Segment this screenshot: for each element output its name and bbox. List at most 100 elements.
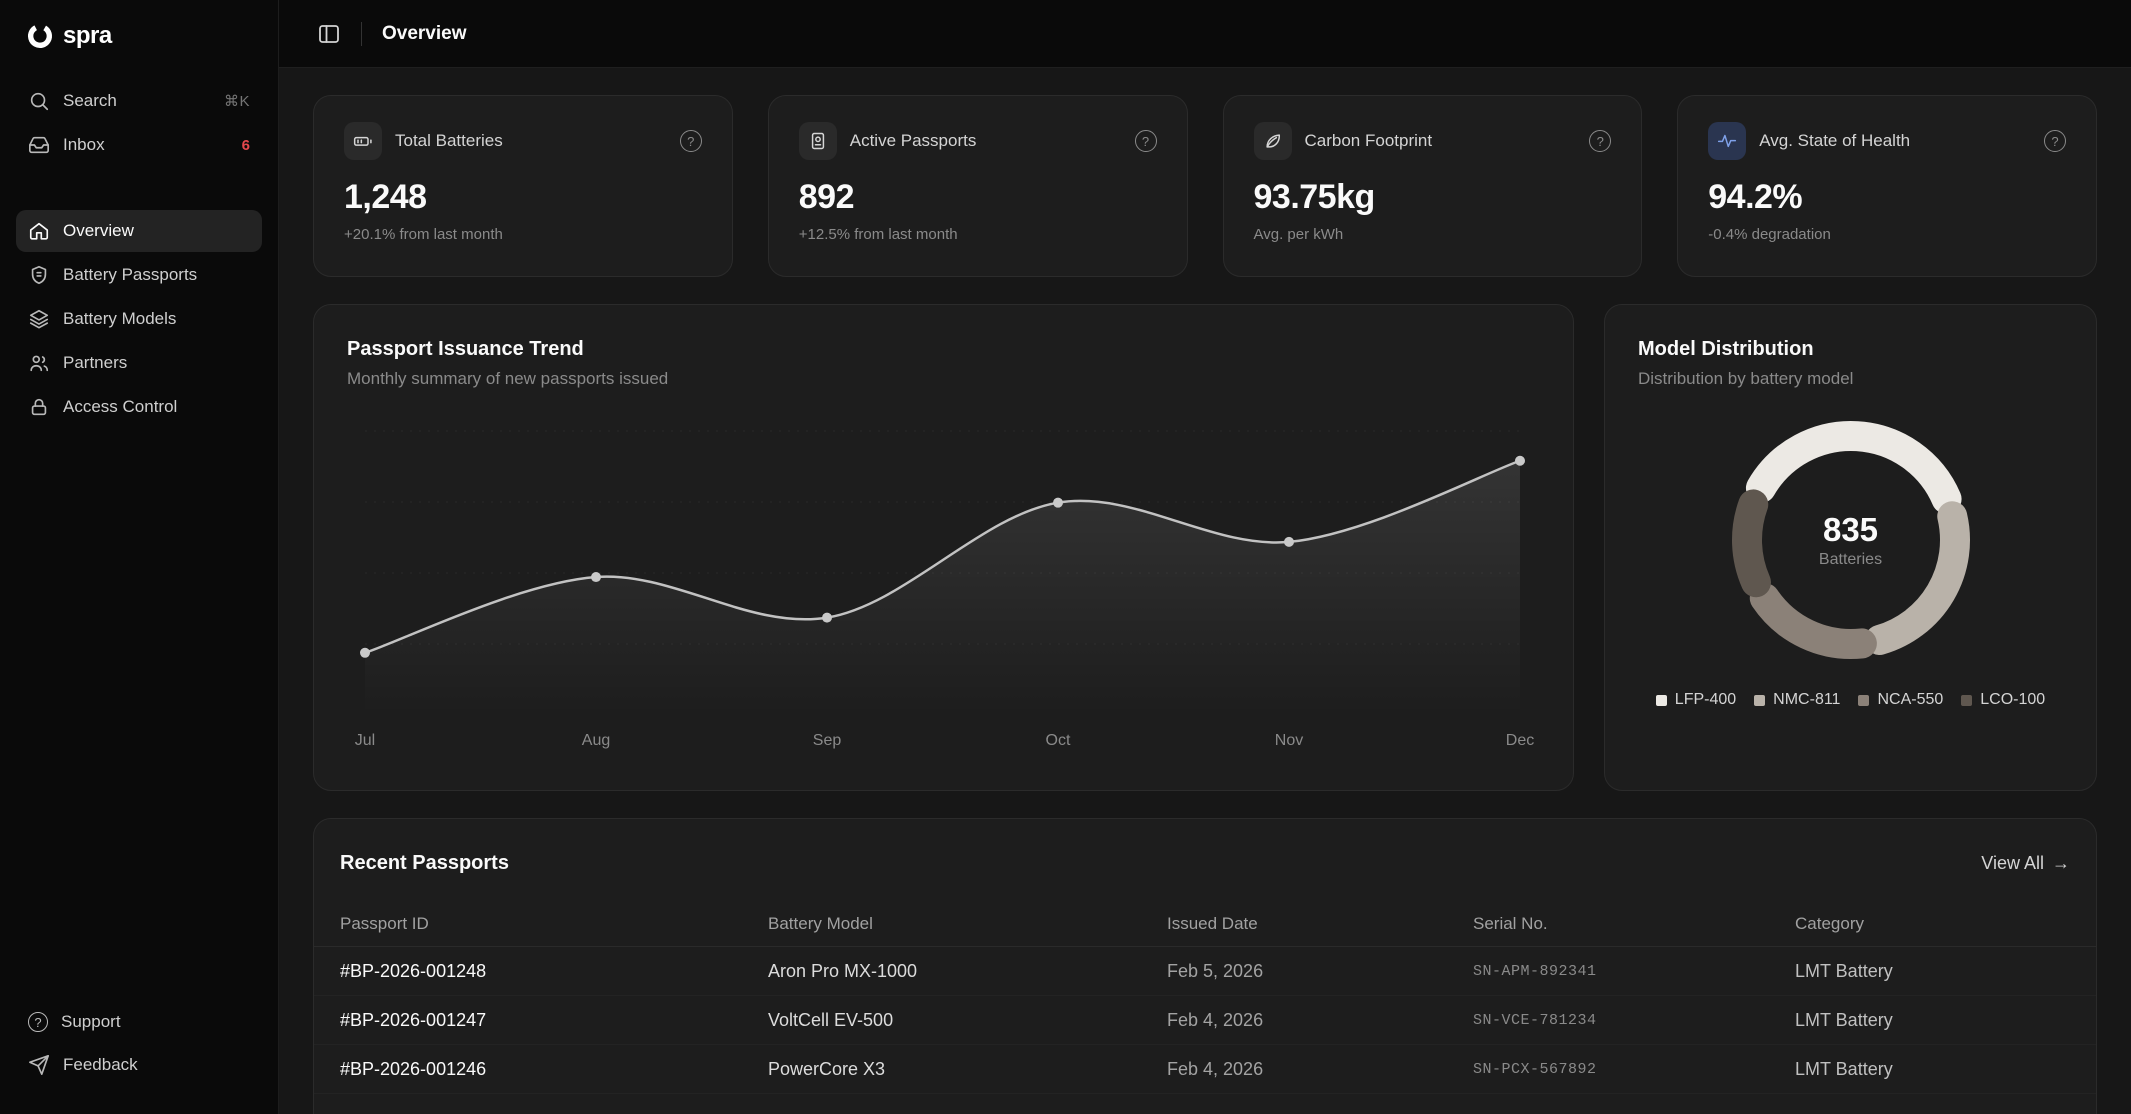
lock-icon xyxy=(28,396,50,418)
arrow-right-icon: → xyxy=(2052,853,2070,874)
sidebar-item-partners[interactable]: Partners xyxy=(16,342,262,384)
sidebar-item-feedback[interactable]: Feedback xyxy=(16,1044,262,1086)
inbox-icon xyxy=(28,134,50,156)
users-icon xyxy=(28,352,50,374)
stat-card-header: Total Batteries ? xyxy=(344,122,702,160)
sidebar-item-battery-passports[interactable]: Battery Passports xyxy=(16,254,262,296)
svg-text:Sep: Sep xyxy=(813,732,842,749)
app-root: spra Search ⌘K Inbox 6 Overvie xyxy=(0,0,2131,1114)
model-card-subtitle: Distribution by battery model xyxy=(1638,369,2063,389)
stat-card-carbon-footprint: Carbon Footprint ? 93.75kg Avg. per kWh xyxy=(1223,95,1643,277)
help-icon[interactable]: ? xyxy=(2044,130,2066,152)
stats-row: Total Batteries ? 1,248 +20.1% from last… xyxy=(313,95,2097,277)
cell-category: LMT Battery xyxy=(1795,1059,2070,1080)
question-circle-icon: ? xyxy=(28,1012,48,1032)
donut-chart xyxy=(1716,405,1986,675)
sidebar-item-support[interactable]: ? Support xyxy=(16,1002,262,1042)
panel-left-icon[interactable] xyxy=(317,22,341,46)
send-icon xyxy=(28,1054,50,1076)
legend-label: LFP-400 xyxy=(1675,691,1736,709)
sidebar-item-access-control[interactable]: Access Control xyxy=(16,386,262,428)
leaf-icon xyxy=(1263,131,1283,151)
model-distribution-card: Model Distribution Distribution by batte… xyxy=(1604,304,2097,791)
sidebar-footer: ? Support Feedback xyxy=(16,1002,262,1088)
content: Total Batteries ? 1,248 +20.1% from last… xyxy=(279,68,2131,1114)
sidebar-item-overview[interactable]: Overview xyxy=(16,210,262,252)
trend-chart: JulAugSepOctNovDec xyxy=(347,403,1540,757)
model-card-title: Model Distribution xyxy=(1638,338,2063,361)
sidebar-item-battery-models[interactable]: Battery Models xyxy=(16,298,262,340)
legend-swatch xyxy=(1961,695,1972,706)
stat-value: 1,248 xyxy=(344,178,702,217)
stat-icon-box xyxy=(1708,122,1746,160)
sidebar-item-inbox[interactable]: Inbox 6 xyxy=(16,124,262,166)
trend-card-title: Passport Issuance Trend xyxy=(347,338,1540,361)
cell-serial-no: SN-VCE-781234 xyxy=(1473,1012,1795,1029)
topbar: Overview xyxy=(279,0,2131,68)
activity-icon xyxy=(1717,131,1737,151)
table-row[interactable]: #BP-2026-001248 Aron Pro MX-1000 Feb 5, … xyxy=(314,947,2096,996)
cell-issued-date: Feb 5, 2026 xyxy=(1167,961,1473,982)
stat-value: 892 xyxy=(799,178,1157,217)
sidebar-item-label: Partners xyxy=(63,353,127,373)
home-icon xyxy=(28,220,50,242)
table-header-bar: Recent Passports View All → xyxy=(314,852,2096,875)
stat-card-header: Carbon Footprint ? xyxy=(1254,122,1612,160)
table-title: Recent Passports xyxy=(340,852,509,875)
sidebar-item-label: Overview xyxy=(63,221,134,241)
inbox-badge: 6 xyxy=(242,137,250,154)
svg-text:Oct: Oct xyxy=(1046,732,1071,749)
sidebar-item-label: Battery Models xyxy=(63,309,176,329)
view-all-label: View All xyxy=(1981,853,2044,874)
column-header-issued-date: Issued Date xyxy=(1167,914,1473,934)
cell-category: LMT Battery xyxy=(1795,1010,2070,1031)
table-row[interactable]: #BP-2026-001247 VoltCell EV-500 Feb 4, 2… xyxy=(314,996,2096,1045)
trend-chart-area: JulAugSepOctNovDec xyxy=(347,403,1540,757)
stat-icon-box xyxy=(799,122,837,160)
svg-text:Dec: Dec xyxy=(1506,732,1534,749)
column-header-category: Category xyxy=(1795,914,2070,934)
passport-issuance-trend-card: Passport Issuance Trend Monthly summary … xyxy=(313,304,1574,791)
topbar-divider xyxy=(361,22,362,46)
svg-text:Nov: Nov xyxy=(1275,732,1303,749)
donut-legend: LFP-400 NMC-811 NCA-550 LCO-100 xyxy=(1638,691,2063,709)
stat-card-header: Active Passports ? xyxy=(799,122,1157,160)
stat-subtext: +12.5% from last month xyxy=(799,226,1157,243)
layers-icon xyxy=(28,308,50,330)
cell-issued-date: Feb 4, 2026 xyxy=(1167,1010,1473,1031)
cell-passport-id: #BP-2026-001248 xyxy=(340,961,768,982)
cell-battery-model: Aron Pro MX-1000 xyxy=(768,961,1167,982)
stat-title: Avg. State of Health xyxy=(1759,131,1910,151)
recent-passports-card: Recent Passports View All → Passport ID … xyxy=(313,818,2097,1114)
cell-passport-id: #BP-2026-001247 xyxy=(340,1010,768,1031)
legend-item-lfp-400: LFP-400 xyxy=(1656,691,1736,709)
help-icon[interactable]: ? xyxy=(1589,130,1611,152)
search-shortcut: ⌘K xyxy=(224,92,250,110)
sidebar-item-label: Battery Passports xyxy=(63,265,197,285)
help-icon[interactable]: ? xyxy=(1135,130,1157,152)
stat-title: Carbon Footprint xyxy=(1305,131,1433,151)
legend-item-nca-550: NCA-550 xyxy=(1858,691,1943,709)
legend-swatch xyxy=(1754,695,1765,706)
sidebar-item-label: Feedback xyxy=(63,1055,138,1075)
passport-icon xyxy=(808,131,828,151)
view-all-link[interactable]: View All → xyxy=(1981,853,2070,874)
legend-swatch xyxy=(1656,695,1667,706)
cell-category: LMT Battery xyxy=(1795,961,2070,982)
stat-card-active-passports: Active Passports ? 892 +12.5% from last … xyxy=(768,95,1188,277)
legend-label: LCO-100 xyxy=(1980,691,2045,709)
stat-value: 94.2% xyxy=(1708,178,2066,217)
trend-card-subtitle: Monthly summary of new passports issued xyxy=(347,369,1540,389)
brand-logo[interactable]: spra xyxy=(16,22,262,50)
stat-card-total-batteries: Total Batteries ? 1,248 +20.1% from last… xyxy=(313,95,733,277)
battery-passport-icon xyxy=(28,264,50,286)
stat-subtext: +20.1% from last month xyxy=(344,226,702,243)
search-label: Search xyxy=(63,91,117,111)
search-button[interactable]: Search ⌘K xyxy=(16,80,262,122)
inbox-label: Inbox xyxy=(63,135,105,155)
help-icon[interactable]: ? xyxy=(680,130,702,152)
legend-label: NCA-550 xyxy=(1877,691,1943,709)
legend-item-nmc-811: NMC-811 xyxy=(1754,691,1840,709)
stat-title: Total Batteries xyxy=(395,131,503,151)
table-row[interactable]: #BP-2026-001246 PowerCore X3 Feb 4, 2026… xyxy=(314,1045,2096,1094)
